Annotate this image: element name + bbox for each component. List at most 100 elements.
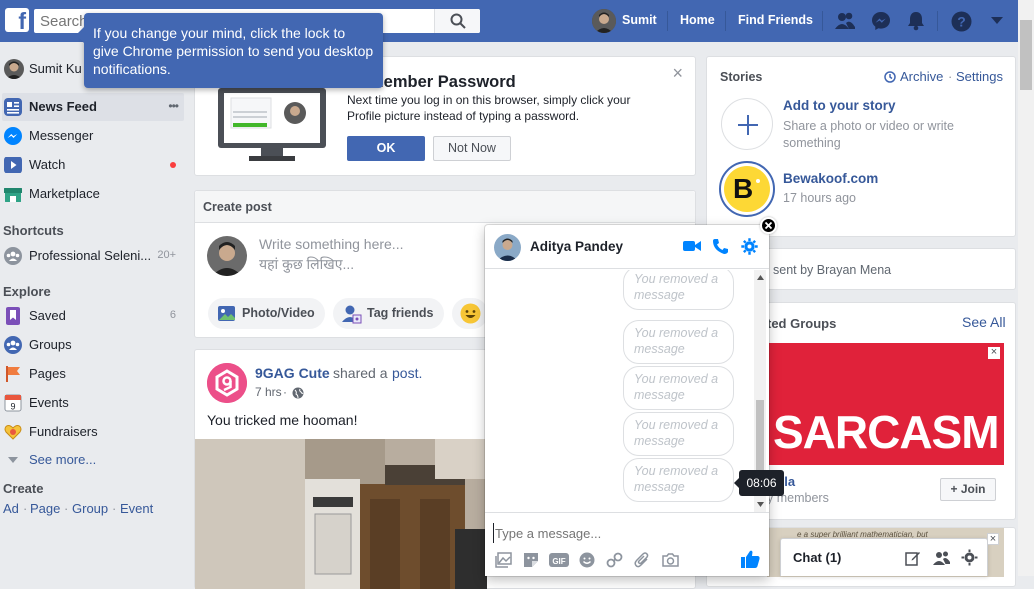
tag-friends-button[interactable]: Tag friends [333, 298, 444, 329]
post-timestamp[interactable]: 7 hrs [255, 385, 282, 399]
feeling-button[interactable] [452, 298, 488, 329]
dot-separator: · [112, 501, 117, 516]
close-icon[interactable]: × [988, 347, 1000, 359]
chat-photo-icon[interactable] [495, 552, 512, 568]
story-name[interactable]: Bewakoof.com [783, 171, 878, 186]
more-options-icon[interactable]: ••• [168, 99, 179, 113]
removed-message-bubble[interactable]: You removed a message [623, 270, 734, 310]
like-thumbs-up-icon[interactable] [741, 550, 760, 568]
sidebar-item-events[interactable]: 9 Events [2, 389, 184, 417]
emoji-icon[interactable] [579, 552, 595, 568]
join-group-button[interactable]: + Join [940, 478, 996, 501]
see-more-link: See more... [29, 452, 97, 467]
chat-message-list[interactable]: You removed a message You removed a mess… [485, 270, 769, 512]
notifications-bell-icon[interactable] [906, 11, 926, 31]
new-message-icon[interactable] [905, 550, 921, 566]
scroll-down-arrow-icon[interactable] [757, 502, 764, 507]
sidebar-item-shortcut-group[interactable]: Professional Seleni... 20+ [2, 242, 184, 270]
removed-message-bubble[interactable]: You removed a message [623, 412, 734, 456]
sidebar-item-pages[interactable]: Pages [2, 360, 184, 388]
account-menu-caret-icon[interactable] [990, 16, 1004, 26]
add-story-title[interactable]: Add to your story [783, 98, 896, 113]
group-banner-image[interactable]: SARCASM [767, 343, 1004, 465]
camera-icon[interactable] [662, 552, 679, 568]
story-avatar[interactable]: B [719, 161, 775, 217]
messenger-icon [4, 127, 22, 145]
pages-icon [6, 366, 20, 382]
create-heading: Create [3, 481, 44, 496]
sidebar-item-label: Events [29, 395, 69, 410]
close-icon[interactable]: × [987, 533, 999, 545]
stories-settings-link[interactable]: Settings [956, 69, 1003, 84]
sidebar-item-news-feed[interactable]: News Feed ••• [2, 93, 184, 121]
header-find-friends-link[interactable]: Find Friends [738, 13, 813, 27]
dot-separator: · [23, 501, 28, 516]
search-button[interactable] [434, 9, 480, 33]
post-photo[interactable] [195, 439, 487, 589]
chat-message-input[interactable] [493, 523, 753, 543]
sidebar-item-marketplace[interactable]: Marketplace [2, 180, 184, 208]
gif-icon[interactable]: GIF [549, 552, 569, 568]
close-chat-button[interactable] [760, 217, 777, 234]
public-globe-icon[interactable] [292, 387, 304, 399]
chevron-down-icon [8, 457, 18, 463]
photo-video-label: Photo/Video [242, 306, 315, 320]
attachment-paperclip-icon[interactable] [634, 552, 650, 568]
photo-video-icon [218, 306, 235, 321]
removed-message-bubble[interactable]: You removed a message [623, 320, 734, 364]
sidebar-item-groups[interactable]: Groups [2, 331, 184, 359]
sidebar-item-messenger[interactable]: Messenger [2, 122, 184, 150]
scroll-up-arrow-icon[interactable] [757, 275, 764, 280]
sidebar-item-saved[interactable]: Saved 6 [2, 302, 184, 330]
create-page-link[interactable]: Page [30, 501, 60, 516]
header-divider [822, 11, 823, 31]
sidebar-profile-avatar[interactable] [4, 59, 24, 79]
chat-options-gear-icon[interactable] [741, 238, 758, 255]
chat-settings-gear-icon[interactable] [961, 549, 978, 566]
header-profile-link[interactable]: Sumit [622, 13, 657, 27]
header-profile-avatar[interactable] [592, 9, 616, 33]
post-author-name[interactable]: 9GAG Cute [255, 365, 330, 381]
messenger-icon[interactable] [871, 11, 891, 31]
removed-message-bubble[interactable]: You removed a message [623, 458, 734, 502]
games-icon[interactable] [606, 552, 623, 568]
page-scrollbar-thumb[interactable] [1020, 20, 1032, 90]
groups-icon [4, 336, 22, 354]
create-event-link[interactable]: Event [120, 501, 153, 516]
help-icon[interactable]: ? [951, 11, 972, 32]
chrome-notification-tooltip: If you change your mind, click the lock … [76, 13, 383, 88]
friend-requests-icon[interactable] [834, 11, 856, 31]
tooltip-arrow [76, 27, 84, 43]
sidebar-item-watch[interactable]: Watch [2, 151, 184, 179]
photo-video-button[interactable]: Photo/Video [208, 298, 325, 329]
stories-archive-link[interactable]: Archive [900, 69, 943, 84]
facebook-logo-icon[interactable]: f [5, 8, 29, 34]
sidebar-profile-name[interactable]: Sumit Ku [29, 61, 82, 76]
dot-separator: · [283, 385, 287, 399]
chat-contact-name[interactable]: Aditya Pandey [530, 239, 623, 254]
create-group-link[interactable]: Group [72, 501, 108, 516]
not-now-button[interactable]: Not Now [433, 136, 511, 161]
chat-header[interactable]: Aditya Pandey [485, 225, 769, 269]
post-shared-link[interactable]: post. [392, 365, 422, 381]
chat-scrollbar-thumb[interactable] [756, 400, 764, 480]
sidebar-see-more[interactable]: See more... [2, 445, 184, 473]
header-home-link[interactable]: Home [680, 13, 715, 27]
add-story-button[interactable] [721, 98, 773, 150]
see-all-link[interactable]: See All [962, 314, 1006, 330]
sidebar-item-label: Groups [29, 337, 72, 352]
create-group-chat-icon[interactable] [933, 550, 951, 566]
chat-bar[interactable]: Chat (1) [780, 538, 988, 576]
composer-avatar [207, 236, 247, 276]
voice-call-icon[interactable] [712, 238, 729, 255]
sticker-icon[interactable] [523, 552, 539, 568]
create-ad-link[interactable]: Ad [3, 501, 19, 516]
composer-placeholder-english[interactable]: Write something here... [259, 236, 403, 252]
sidebar-item-fundraisers[interactable]: Fundraisers [2, 418, 184, 446]
removed-message-bubble[interactable]: You removed a message [623, 366, 734, 410]
ok-button[interactable]: OK [347, 136, 425, 161]
post-author-avatar[interactable] [207, 363, 247, 403]
close-icon[interactable]: × [672, 63, 683, 84]
composer-placeholder-hindi[interactable]: यहां कुछ लिखिए... [259, 255, 354, 274]
video-call-icon[interactable] [683, 239, 701, 253]
